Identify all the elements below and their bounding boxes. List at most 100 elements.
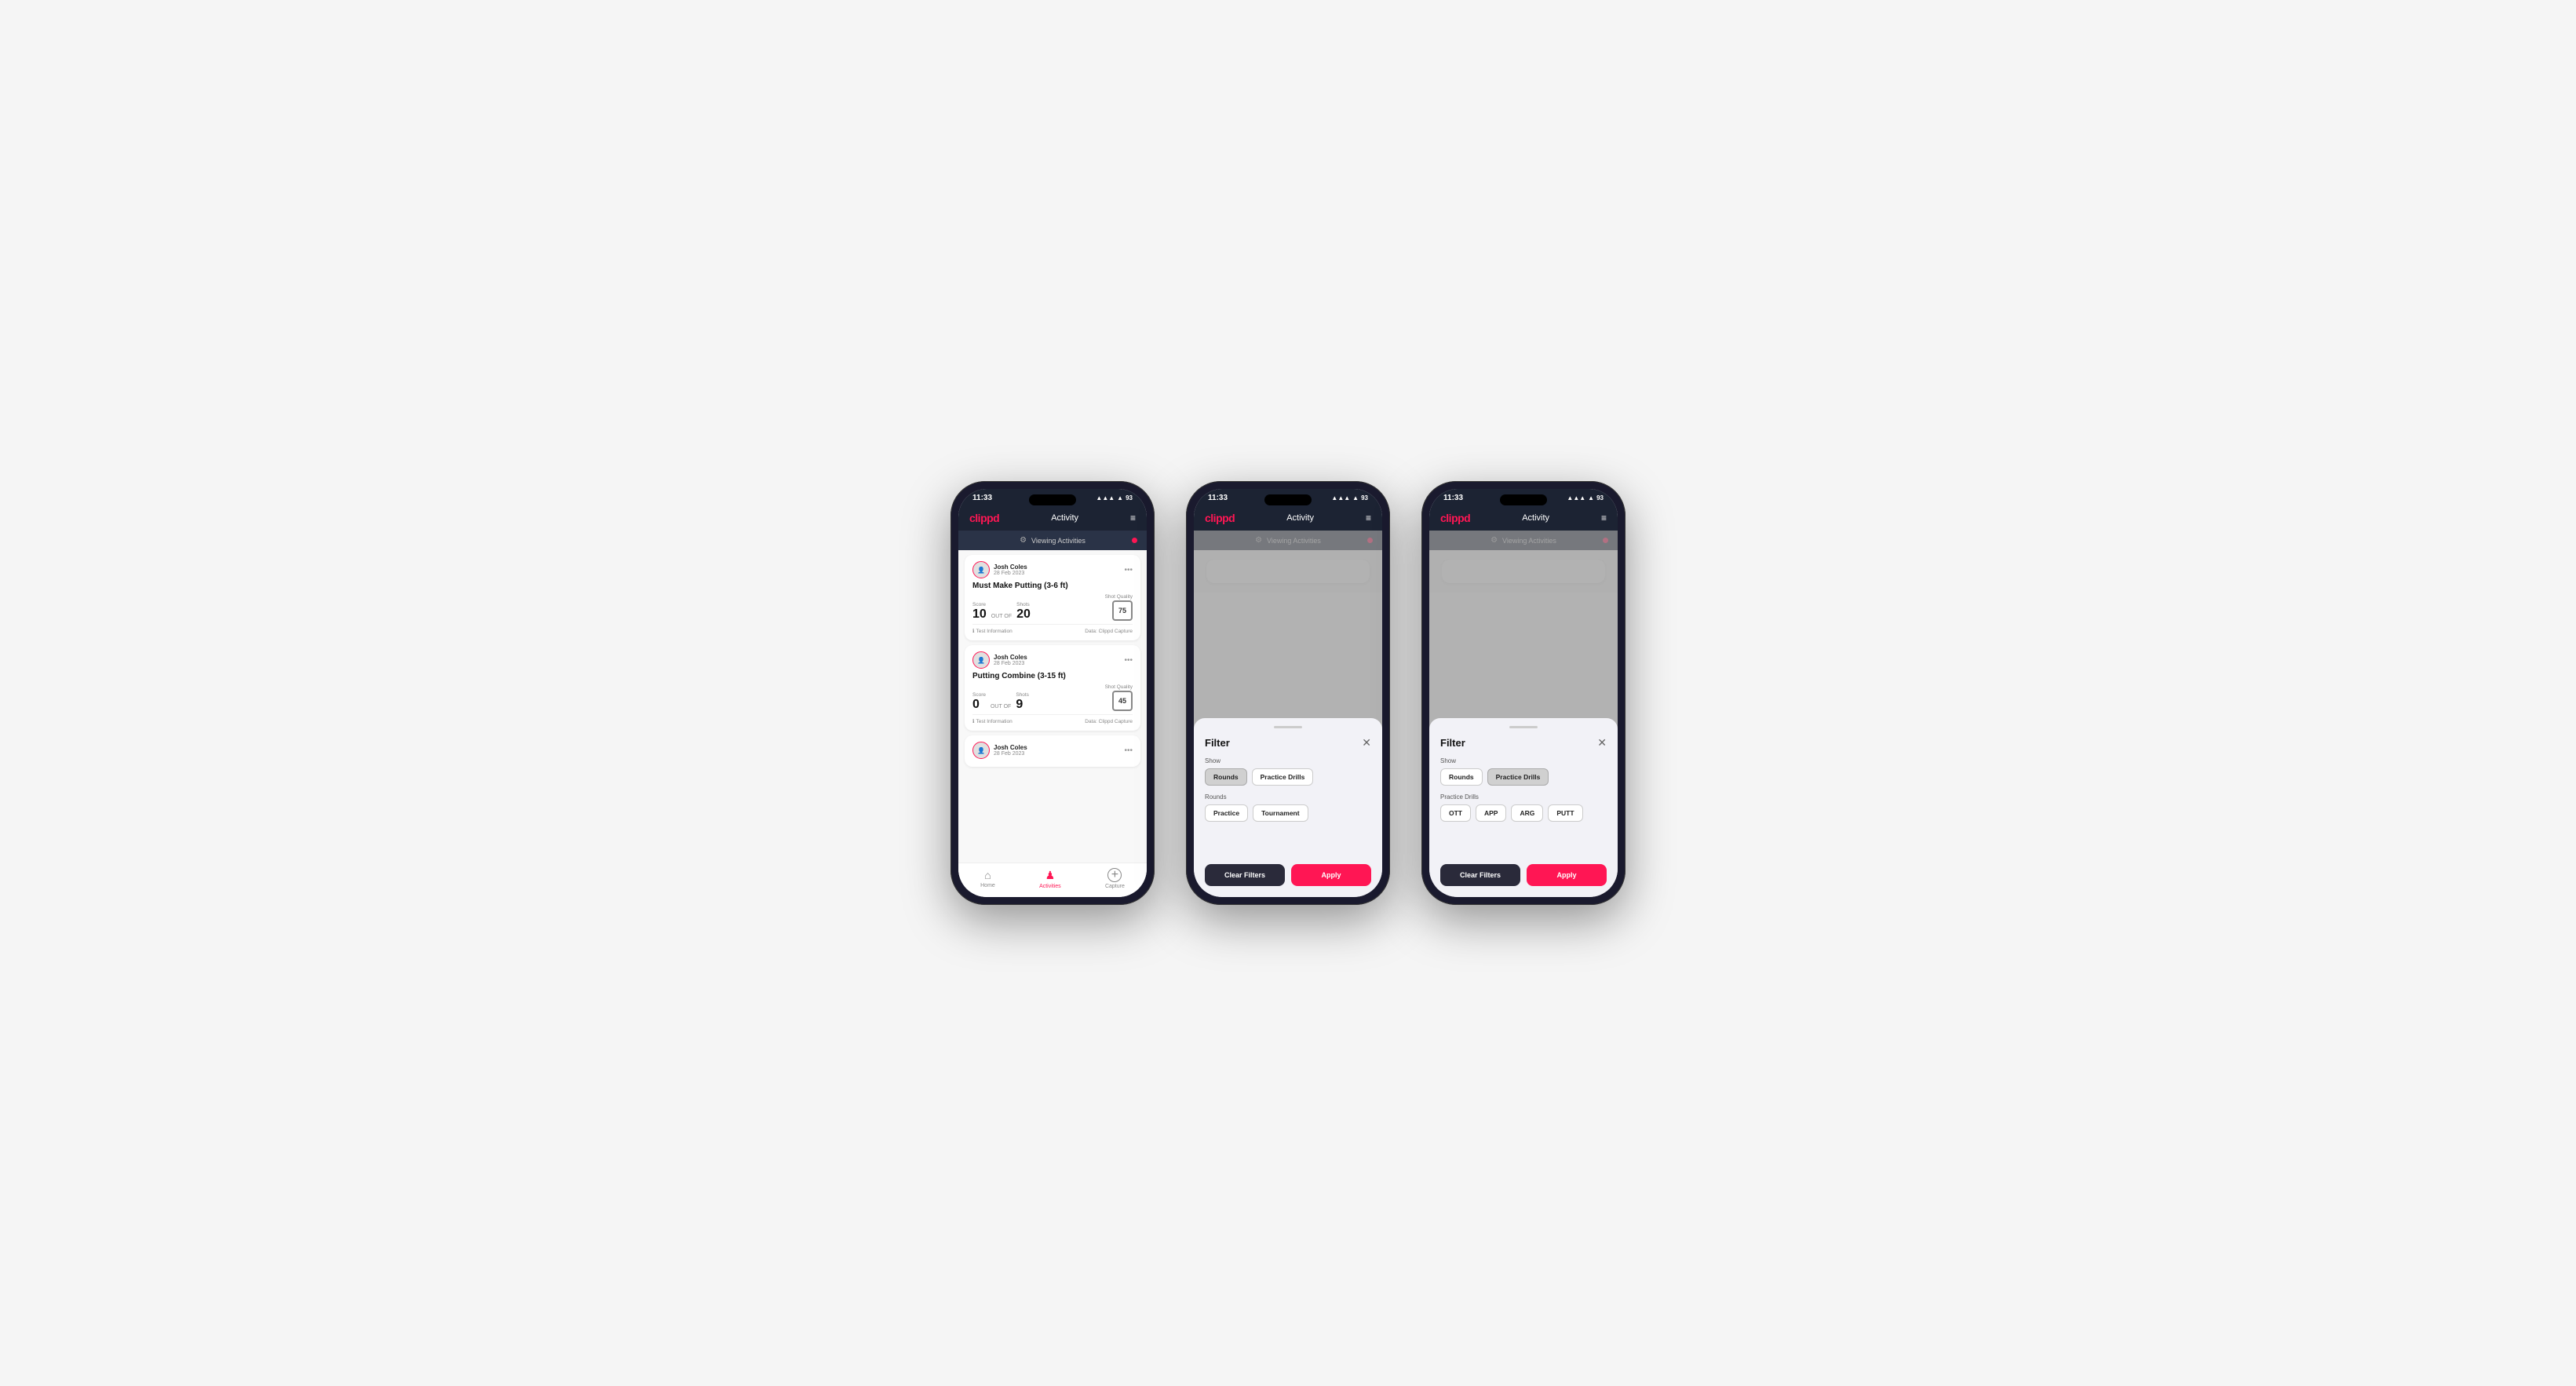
arg-btn-3[interactable]: ARG	[1511, 804, 1543, 822]
shots-value-1: 20	[1016, 608, 1031, 621]
more-dots-3[interactable]: •••	[1124, 746, 1133, 755]
drills-label-3: Practice Drills	[1440, 793, 1607, 801]
header-title-2: Activity	[1286, 513, 1314, 523]
home-icon-1: ⌂	[984, 869, 991, 881]
logo-3: clippd	[1440, 512, 1470, 524]
drills-type-buttons-3: OTT APP ARG PUTT	[1440, 804, 1607, 822]
footer-info-1: ℹ Test Information	[972, 628, 1013, 634]
menu-icon-2[interactable]: ≡	[1366, 512, 1371, 523]
menu-icon-3[interactable]: ≡	[1601, 512, 1607, 523]
close-button-3[interactable]: ✕	[1597, 736, 1607, 750]
footer-data-2: Data: Clippd Capture	[1085, 719, 1133, 724]
sheet-header-3: Filter ✕	[1440, 736, 1607, 750]
more-dots-1[interactable]: •••	[1124, 566, 1133, 574]
filter-sheet-2: Filter ✕ Show Rounds Practice Drills Rou…	[1194, 718, 1382, 897]
out-of-1: OUT OF	[991, 614, 1012, 619]
battery-icon: 93	[1126, 494, 1133, 502]
close-button-2[interactable]: ✕	[1362, 736, 1371, 750]
signal-icon: ▲▲▲	[1096, 494, 1115, 502]
user-date-3: 28 Feb 2023	[994, 751, 1027, 757]
user-name-3: Josh Coles	[994, 744, 1027, 751]
more-dots-2[interactable]: •••	[1124, 656, 1133, 665]
home-label-1: Home	[980, 883, 995, 888]
apply-btn-2[interactable]: Apply	[1291, 864, 1371, 886]
sheet-handle-3	[1509, 726, 1538, 728]
bottom-nav-1: ⌂ Home ♟ Activities + Capture	[958, 863, 1147, 897]
rounds-type-buttons-2: Practice Tournament	[1205, 804, 1371, 822]
nav-capture-1[interactable]: + Capture	[1105, 868, 1125, 889]
card-title-1: Must Make Putting (3-6 ft)	[972, 582, 1133, 590]
dynamic-island	[1029, 494, 1076, 505]
stats-row-2: Score 0 OUT OF Shots 9 Shot Quality	[972, 684, 1133, 711]
activities-label-1: Activities	[1039, 884, 1061, 889]
filter-title-2: Filter	[1205, 737, 1230, 749]
signal-icon-2: ▲▲▲	[1331, 494, 1350, 502]
nav-activities-1[interactable]: ♟ Activities	[1039, 869, 1061, 889]
sq-badge-2: 45	[1112, 691, 1133, 711]
apply-btn-3[interactable]: Apply	[1527, 864, 1607, 886]
logo-1: clippd	[969, 512, 999, 524]
sq-label-2: Shot Quality	[1105, 684, 1133, 690]
content-area-1: 👤 Josh Coles 28 Feb 2023 ••• Must Make P…	[958, 550, 1147, 863]
user-info-3: 👤 Josh Coles 28 Feb 2023	[972, 742, 1027, 759]
ott-btn-3[interactable]: OTT	[1440, 804, 1471, 822]
score-value-1: 10	[972, 608, 987, 621]
viewing-bar-1[interactable]: ⚙ Viewing Activities	[958, 531, 1147, 550]
viewing-bar-text-1: Viewing Activities	[1031, 537, 1085, 545]
avatar-2: 👤	[972, 651, 990, 669]
clear-filters-btn-3[interactable]: Clear Filters	[1440, 864, 1520, 886]
practice-drills-btn-2[interactable]: Practice Drills	[1252, 768, 1314, 786]
footer-info-2: ℹ Test Information	[972, 718, 1013, 724]
capture-label-1: Capture	[1105, 884, 1125, 889]
stats-row-1: Score 10 OUT OF Shots 20 Shot Quality	[972, 594, 1133, 621]
nav-home-1[interactable]: ⌂ Home	[980, 869, 995, 888]
user-info-2: 👤 Josh Coles 28 Feb 2023	[972, 651, 1027, 669]
notification-dot-1	[1132, 538, 1137, 543]
show-buttons-2: Rounds Practice Drills	[1205, 768, 1371, 786]
show-buttons-3: Rounds Practice Drills	[1440, 768, 1607, 786]
score-label-2: Score	[972, 692, 986, 698]
user-date-2: 28 Feb 2023	[994, 661, 1027, 666]
user-date-1: 28 Feb 2023	[994, 571, 1027, 576]
content-with-filter-2: ⚙ Viewing Activities	[1194, 531, 1382, 897]
capture-icon-1: +	[1107, 868, 1122, 882]
phone-3: 11:33 ▲▲▲ ▲ 93 clippd Activity ≡	[1421, 481, 1626, 905]
battery-icon-2: 93	[1361, 494, 1368, 502]
sheet-header-2: Filter ✕	[1205, 736, 1371, 750]
out-of-2: OUT OF	[991, 704, 1011, 709]
battery-icon-3: 93	[1596, 494, 1604, 502]
user-info-1: 👤 Josh Coles 28 Feb 2023	[972, 561, 1027, 578]
practice-drills-btn-3[interactable]: Practice Drills	[1487, 768, 1549, 786]
shots-value-2: 9	[1016, 698, 1029, 711]
tournament-btn-2[interactable]: Tournament	[1253, 804, 1308, 822]
activity-card-2[interactable]: 👤 Josh Coles 28 Feb 2023 ••• Putting Com…	[965, 645, 1140, 731]
activities-icon-1: ♟	[1045, 869, 1056, 882]
activity-card-3[interactable]: 👤 Josh Coles 28 Feb 2023 •••	[965, 735, 1140, 767]
signal-icon-3: ▲▲▲	[1567, 494, 1585, 502]
clear-filters-btn-2[interactable]: Clear Filters	[1205, 864, 1285, 886]
rounds-btn-2[interactable]: Rounds	[1205, 768, 1247, 786]
filter-sheet-3: Filter ✕ Show Rounds Practice Drills Pra…	[1429, 718, 1618, 897]
phone-2: 11:33 ▲▲▲ ▲ 93 clippd Activity ≡	[1186, 481, 1390, 905]
shots-label-1: Shots	[1016, 602, 1031, 607]
card-footer-1: ℹ Test Information Data: Clippd Capture	[972, 624, 1133, 634]
app-btn-3[interactable]: APP	[1476, 804, 1506, 822]
sheet-footer-2: Clear Filters Apply	[1205, 864, 1371, 886]
app-header-1: clippd Activity ≡	[958, 505, 1147, 531]
phone-1: 11:33 ▲▲▲ ▲ 93 clippd Activity ≡ ⚙	[950, 481, 1155, 905]
menu-icon-1[interactable]: ≡	[1130, 512, 1136, 523]
avatar-3: 👤	[972, 742, 990, 759]
sq-badge-1: 75	[1112, 600, 1133, 621]
sheet-footer-3: Clear Filters Apply	[1440, 864, 1607, 886]
status-time-2: 11:33	[1208, 494, 1228, 502]
practice-round-btn-2[interactable]: Practice	[1205, 804, 1248, 822]
wifi-icon-3: ▲	[1588, 494, 1594, 502]
logo-2: clippd	[1205, 512, 1235, 524]
card-title-2: Putting Combine (3-15 ft)	[972, 672, 1133, 680]
putt-btn-3[interactable]: PUTT	[1548, 804, 1582, 822]
content-with-filter-3: ⚙ Viewing Activities	[1429, 531, 1618, 897]
activity-card-1[interactable]: 👤 Josh Coles 28 Feb 2023 ••• Must Make P…	[965, 555, 1140, 640]
app-header-2: clippd Activity ≡	[1194, 505, 1382, 531]
filter-icon-1: ⚙	[1020, 536, 1027, 545]
rounds-btn-3[interactable]: Rounds	[1440, 768, 1483, 786]
